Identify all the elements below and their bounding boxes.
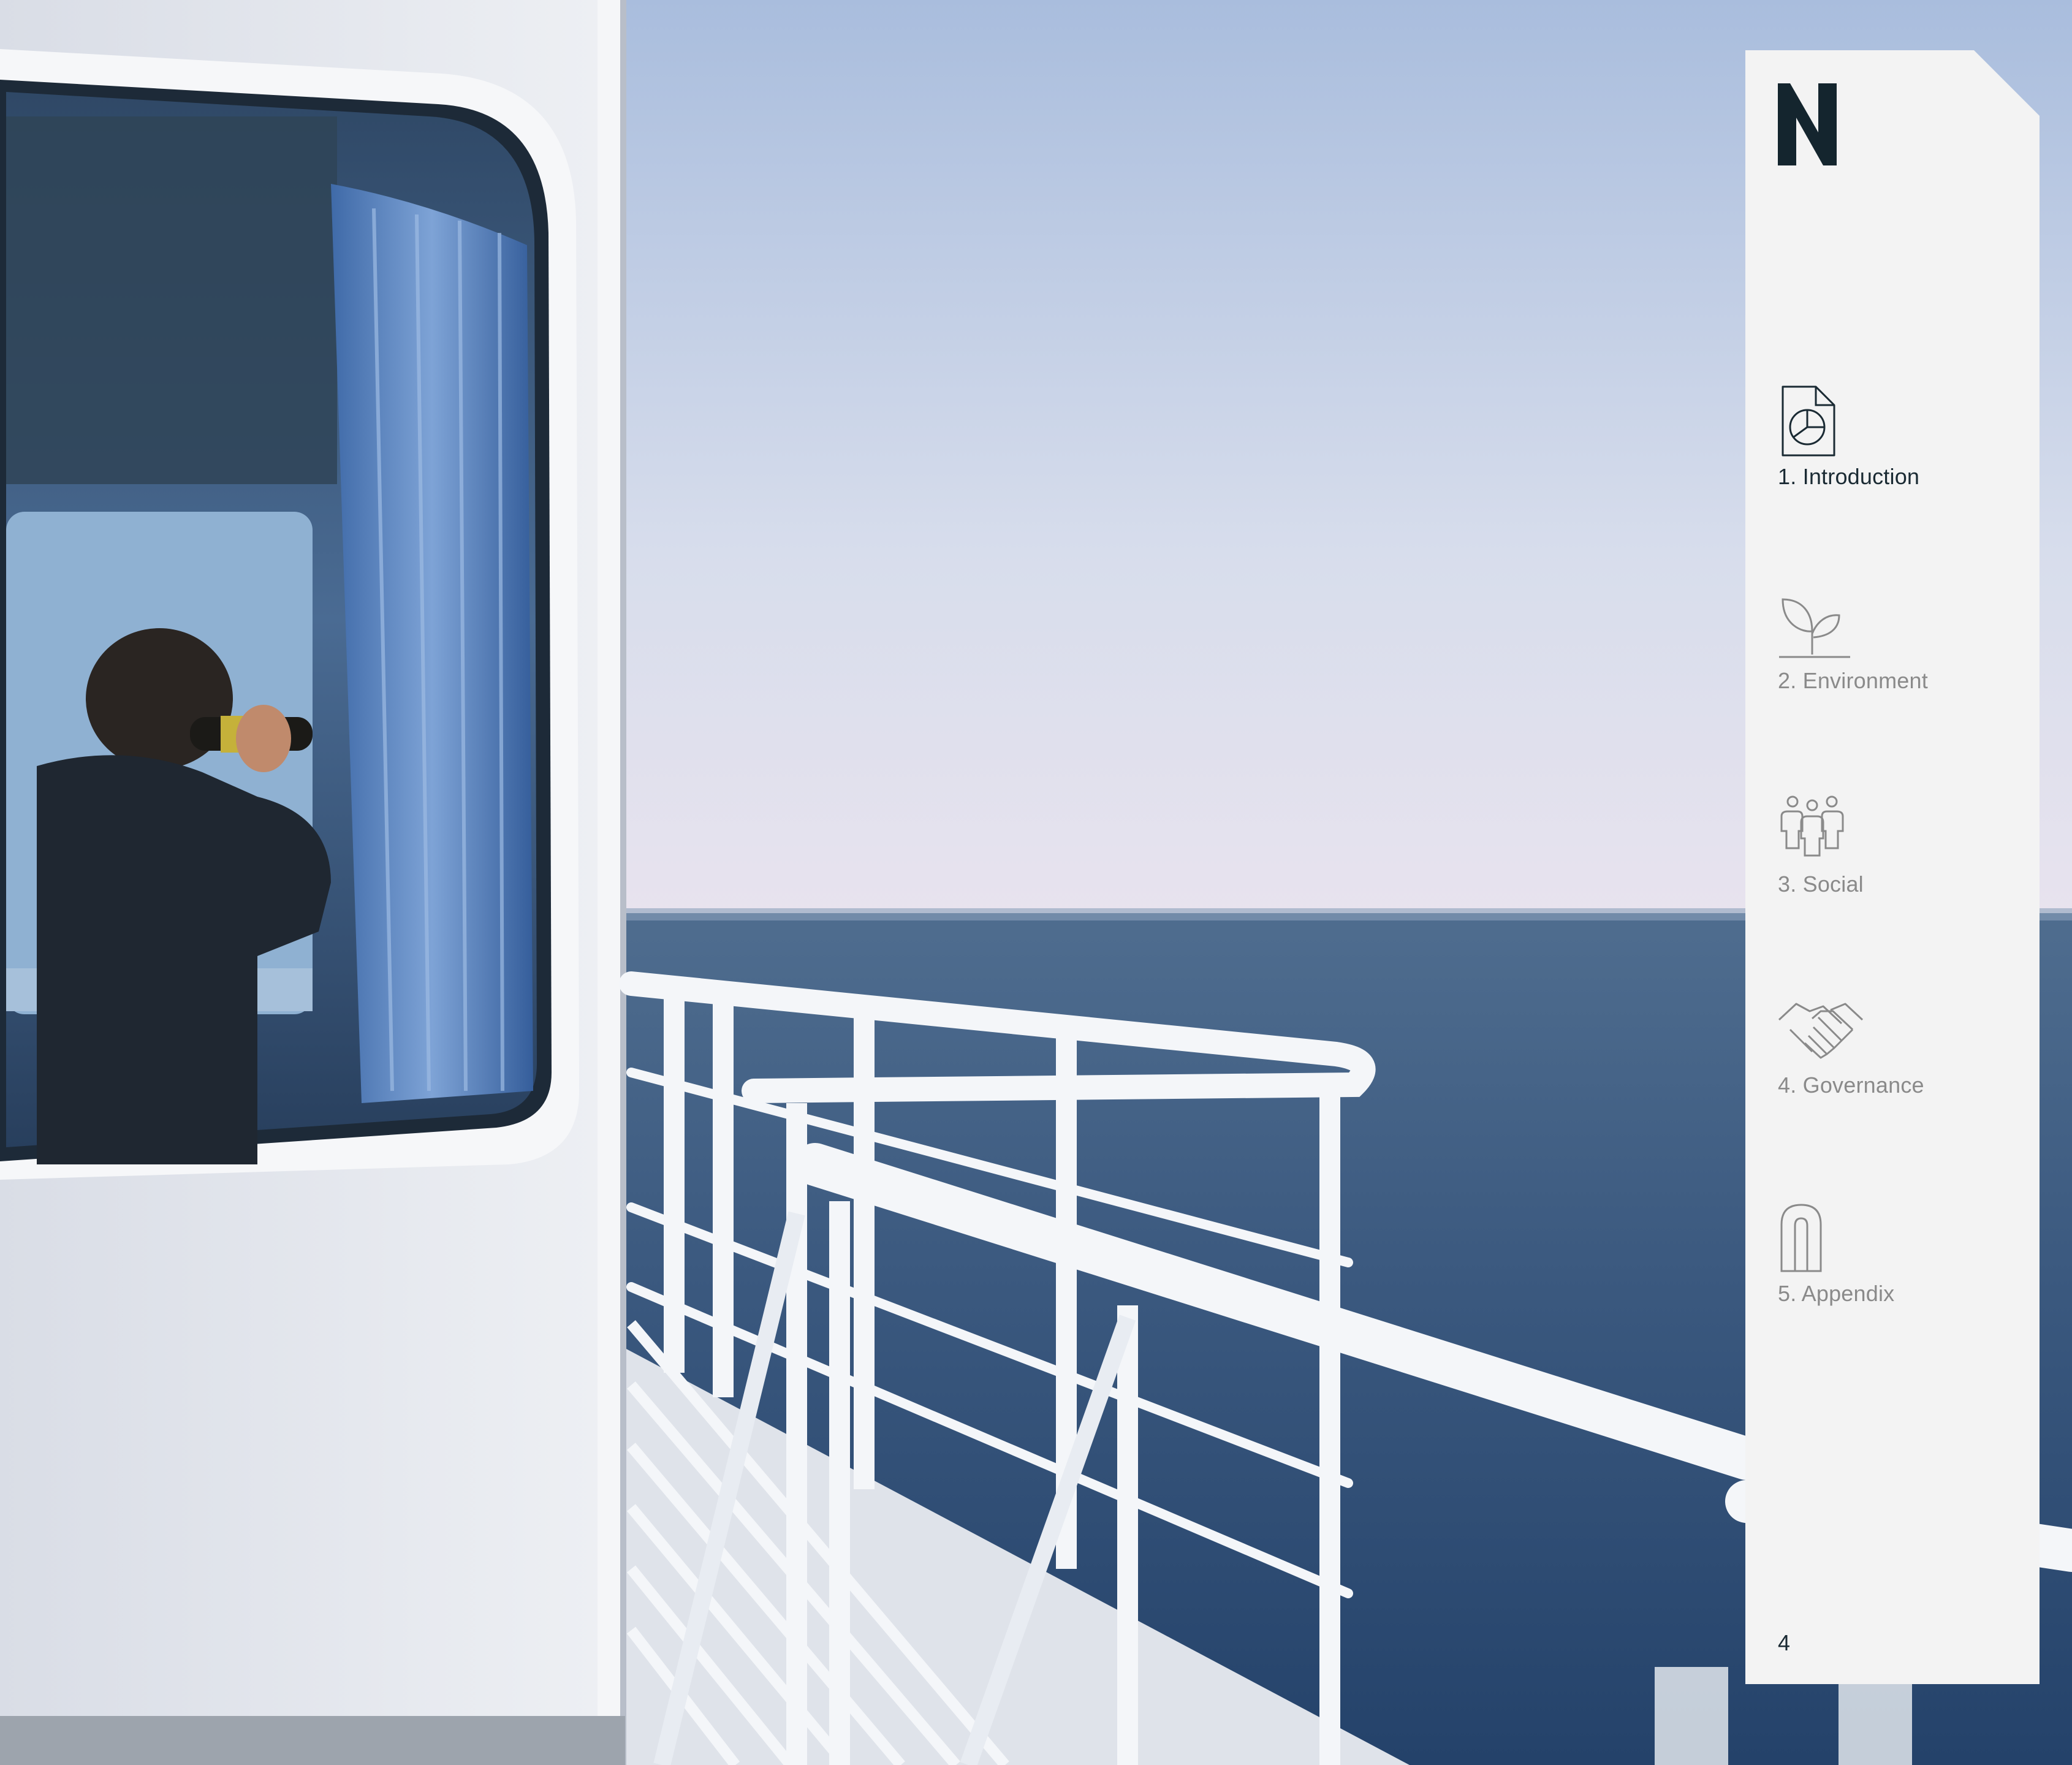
people-group-icon xyxy=(1778,792,1851,865)
nav-item-governance[interactable]: 4. Governance xyxy=(1778,993,2023,1098)
document-chart-icon xyxy=(1778,384,1851,458)
handshake-icon xyxy=(1778,993,1864,1066)
nav-label-governance: 4. Governance xyxy=(1778,1072,1924,1098)
nav-item-appendix[interactable]: 5. Appendix xyxy=(1778,1201,2023,1307)
page-number: 4 xyxy=(1778,1630,1791,1655)
nav-label-introduction: 1. Introduction xyxy=(1778,464,1920,489)
nav-item-environment[interactable]: 2. Environment xyxy=(1778,588,2023,694)
nav-item-social[interactable]: 3. Social xyxy=(1778,792,2023,897)
nav-label-social: 3. Social xyxy=(1778,871,1864,897)
sprout-icon xyxy=(1778,588,1851,662)
nav-item-introduction[interactable]: 1. Introduction xyxy=(1778,384,2023,490)
section-navigation-panel: 1. Introduction 2. Environment 3. Social… xyxy=(1745,50,2040,1684)
nav-label-appendix: 5. Appendix xyxy=(1778,1281,1895,1306)
nav-label-environment: 2. Environment xyxy=(1778,668,1928,693)
letter-n-logo-icon xyxy=(1778,83,1839,165)
paperclip-icon xyxy=(1778,1201,1851,1275)
